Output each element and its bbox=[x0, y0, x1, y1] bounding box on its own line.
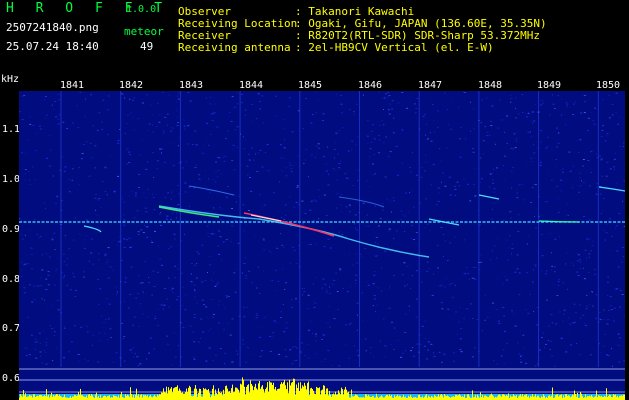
x-tick-label: 1846 bbox=[358, 80, 383, 91]
x-tick-label: 1850 bbox=[596, 80, 621, 91]
meteor-trail bbox=[598, 186, 625, 192]
meteor-trail bbox=[188, 185, 235, 196]
amplitude-strip bbox=[19, 377, 625, 400]
timestamp: 25.07.24 18:40 bbox=[6, 40, 99, 53]
app-version: 1.0.0 bbox=[126, 4, 157, 15]
x-tick-label: 1849 bbox=[537, 80, 562, 91]
meteor-trail bbox=[83, 225, 102, 233]
y-tick-label: 0.8 bbox=[2, 274, 21, 285]
antenna-value: : 2el-HB9CV Vertical (el. E-W) bbox=[295, 41, 494, 54]
noise-speckle bbox=[19, 91, 625, 367]
x-tick-label: 1841 bbox=[60, 80, 85, 91]
x-tick-label: 1845 bbox=[298, 80, 323, 91]
y-tick-label: 0.9 bbox=[2, 224, 21, 235]
y-tick-label: 0.7 bbox=[2, 323, 21, 334]
antenna-label: Receiving antenna bbox=[178, 41, 291, 54]
x-tick-label: 1842 bbox=[119, 80, 144, 91]
y-tick-label: 1.1 bbox=[2, 124, 21, 135]
meteor-trail bbox=[158, 206, 220, 218]
spectrogram-canvas bbox=[19, 91, 625, 400]
y-axis-unit: kHz bbox=[1, 74, 20, 85]
x-tick-label: 1844 bbox=[239, 80, 264, 91]
meteor-count-value: 49 bbox=[140, 40, 154, 53]
file-name: 2507241840.png bbox=[6, 21, 99, 34]
meteor-trail bbox=[478, 194, 500, 200]
meteor-trail bbox=[338, 196, 385, 208]
y-tick-label: 1.0 bbox=[2, 174, 21, 185]
spectrogram-plot bbox=[19, 91, 625, 400]
x-tick-label: 1848 bbox=[478, 80, 503, 91]
x-tick-label: 1847 bbox=[418, 80, 443, 91]
meteor-count-label: meteor bbox=[124, 25, 164, 38]
x-tick-label: 1843 bbox=[179, 80, 204, 91]
minute-gridlines bbox=[60, 91, 599, 367]
y-tick-label: 0.6 bbox=[2, 373, 21, 384]
meteor-trail bbox=[538, 220, 580, 223]
